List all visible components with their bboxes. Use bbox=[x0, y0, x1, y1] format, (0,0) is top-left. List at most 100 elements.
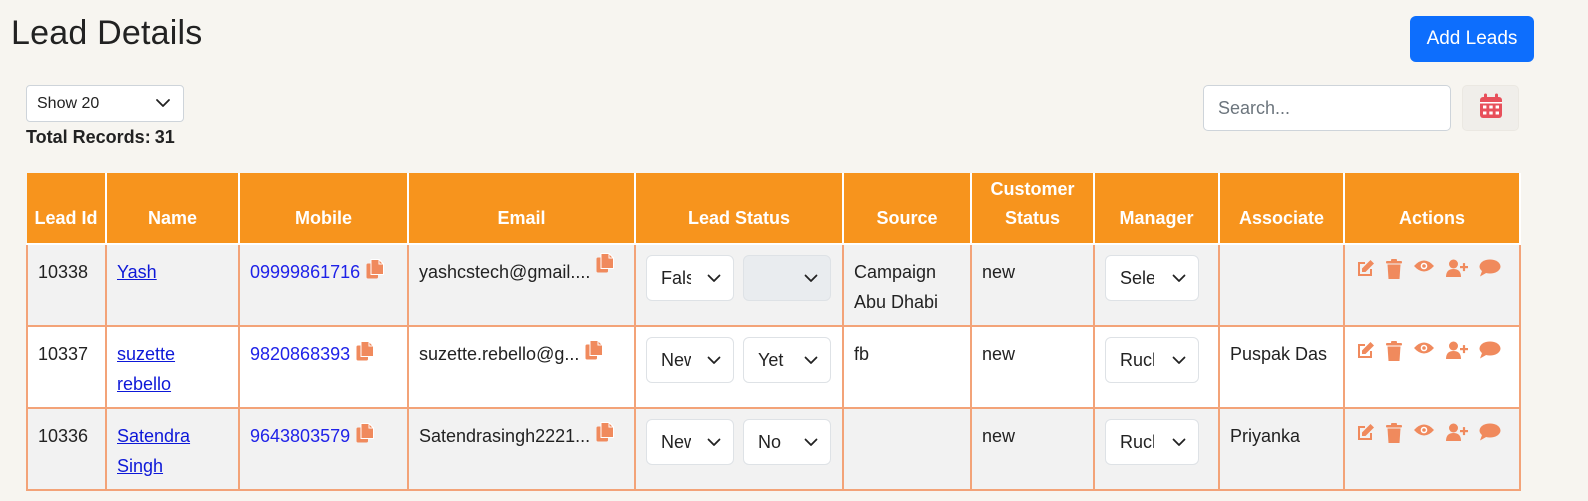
email-cell: yashcstech@gmail.... bbox=[407, 243, 636, 327]
manager-select[interactable]: Ruchi bbox=[1105, 419, 1199, 465]
email-text: Satendrasingh2221... bbox=[419, 426, 591, 446]
column-header-email[interactable]: Email bbox=[407, 173, 636, 245]
associate-cell: Puspak Das bbox=[1218, 325, 1345, 409]
add-leads-button[interactable]: Add Leads bbox=[1410, 16, 1534, 62]
column-header-name[interactable]: Name bbox=[105, 173, 240, 245]
source-cell: Campaign Abu Dhabi bbox=[842, 243, 972, 327]
page-size-select[interactable]: Show 20 bbox=[26, 85, 184, 122]
eye-icon[interactable] bbox=[1413, 341, 1435, 361]
edit-icon[interactable] bbox=[1355, 423, 1375, 443]
name-cell: suzette rebello bbox=[105, 325, 240, 409]
actions-cell bbox=[1343, 407, 1521, 491]
comment-icon[interactable] bbox=[1479, 423, 1501, 443]
lead-status-select[interactable]: New bbox=[646, 419, 734, 465]
manager-cell: Ruchi bbox=[1093, 325, 1220, 409]
table-row: 10337 suzette rebello 9820868393 suzette… bbox=[26, 325, 1521, 409]
actions-cell bbox=[1343, 325, 1521, 409]
calendar-icon bbox=[1479, 93, 1503, 124]
lead-status-cell: False bbox=[634, 243, 844, 327]
eye-icon[interactable] bbox=[1413, 423, 1435, 443]
customer-status-cell: new bbox=[970, 407, 1095, 491]
lead-substatus-select[interactable]: No bbox=[743, 419, 831, 465]
trash-icon[interactable] bbox=[1386, 259, 1402, 279]
column-header-customer-status[interactable]: Customer Status bbox=[970, 173, 1095, 245]
chevron-down-icon bbox=[804, 274, 818, 282]
mobile-cell: 9820868393 bbox=[238, 325, 409, 409]
chevron-down-icon bbox=[707, 274, 721, 282]
manager-cell: Select bbox=[1093, 243, 1220, 327]
lead-status-select[interactable]: New bbox=[646, 337, 734, 383]
mobile-number[interactable]: 09999861716 bbox=[250, 262, 360, 282]
trash-icon[interactable] bbox=[1386, 423, 1402, 443]
manager-select[interactable]: Ruchi bbox=[1105, 337, 1199, 383]
source-cell: fb bbox=[842, 325, 972, 409]
user-plus-icon[interactable] bbox=[1446, 423, 1468, 443]
total-records: Total Records: 31 bbox=[26, 127, 175, 148]
lead-id-cell: 10338 bbox=[26, 243, 107, 327]
chevron-down-icon bbox=[1172, 356, 1186, 364]
chevron-down-icon bbox=[707, 356, 721, 364]
chevron-down-icon bbox=[1172, 274, 1186, 282]
trash-icon[interactable] bbox=[1386, 341, 1402, 361]
source-cell bbox=[842, 407, 972, 491]
comment-icon[interactable] bbox=[1479, 341, 1501, 361]
lead-name-link[interactable]: Satendra Singh bbox=[117, 426, 190, 476]
copy-icon[interactable] bbox=[356, 422, 375, 452]
column-header-source[interactable]: Source bbox=[842, 173, 972, 245]
mobile-number[interactable]: 9643803579 bbox=[250, 426, 350, 446]
copy-icon[interactable] bbox=[356, 340, 375, 370]
user-plus-icon[interactable] bbox=[1446, 341, 1468, 361]
eye-icon[interactable] bbox=[1413, 259, 1435, 279]
copy-icon[interactable] bbox=[585, 339, 604, 369]
manager-select[interactable]: Select bbox=[1105, 255, 1199, 301]
column-header-actions: Actions bbox=[1343, 173, 1521, 245]
lead-details-page: Lead Details Add Leads Show 20 Total Rec… bbox=[0, 0, 1588, 501]
user-plus-icon[interactable] bbox=[1446, 259, 1468, 279]
name-cell: Yash bbox=[105, 243, 240, 327]
page-title: Lead Details bbox=[11, 14, 203, 52]
table-header-row: Lead Id Name Mobile Email Lead Status So… bbox=[27, 173, 1521, 245]
name-cell: Satendra Singh bbox=[105, 407, 240, 491]
email-text: yashcstech@gmail.... bbox=[419, 262, 591, 282]
leads-table: Lead Id Name Mobile Email Lead Status So… bbox=[26, 173, 1521, 491]
column-header-associate[interactable]: Associate bbox=[1218, 173, 1345, 245]
copy-icon[interactable] bbox=[596, 421, 615, 451]
comment-icon[interactable] bbox=[1479, 259, 1501, 279]
chevron-down-icon bbox=[707, 438, 721, 446]
column-header-lead-id[interactable]: Lead Id bbox=[27, 173, 107, 245]
lead-id-cell: 10337 bbox=[26, 325, 107, 409]
calendar-button[interactable] bbox=[1462, 85, 1519, 131]
mobile-number[interactable]: 9820868393 bbox=[250, 344, 350, 364]
lead-name-link[interactable]: Yash bbox=[117, 262, 157, 282]
lead-status-cell: NewNo bbox=[634, 407, 844, 491]
edit-icon[interactable] bbox=[1355, 341, 1375, 361]
column-header-lead-status[interactable]: Lead Status bbox=[634, 173, 844, 245]
table-row: 10338 Yash 09999861716 yashcstech@gmail.… bbox=[26, 243, 1521, 327]
lead-status-cell: NewYet bbox=[634, 325, 844, 409]
total-records-label: Total Records: bbox=[26, 127, 151, 147]
lead-substatus-select[interactable]: Yet bbox=[743, 337, 831, 383]
copy-icon[interactable] bbox=[596, 252, 615, 282]
manager-cell: Ruchi bbox=[1093, 407, 1220, 491]
chevron-down-icon bbox=[804, 438, 818, 446]
column-header-mobile[interactable]: Mobile bbox=[238, 173, 409, 245]
edit-icon[interactable] bbox=[1355, 259, 1375, 279]
copy-icon[interactable] bbox=[366, 258, 385, 288]
chevron-down-icon bbox=[804, 356, 818, 364]
total-records-value: 31 bbox=[154, 127, 175, 147]
page-size-value: Show 20 bbox=[37, 94, 100, 112]
lead-substatus-select[interactable] bbox=[743, 255, 831, 301]
associate-cell: Priyanka bbox=[1218, 407, 1345, 491]
lead-name-link[interactable]: suzette rebello bbox=[117, 344, 175, 394]
search-input[interactable] bbox=[1203, 85, 1451, 131]
mobile-cell: 09999861716 bbox=[238, 243, 409, 327]
email-cell: suzette.rebello@g... bbox=[407, 325, 636, 409]
mobile-cell: 9643803579 bbox=[238, 407, 409, 491]
leads-table-container: Lead Id Name Mobile Email Lead Status So… bbox=[26, 173, 1521, 491]
lead-status-select[interactable]: False bbox=[646, 255, 734, 301]
customer-status-cell: new bbox=[970, 243, 1095, 327]
actions-cell bbox=[1343, 243, 1521, 327]
column-header-manager[interactable]: Manager bbox=[1093, 173, 1220, 245]
lead-id-cell: 10336 bbox=[26, 407, 107, 491]
email-text: suzette.rebello@g... bbox=[419, 344, 580, 364]
